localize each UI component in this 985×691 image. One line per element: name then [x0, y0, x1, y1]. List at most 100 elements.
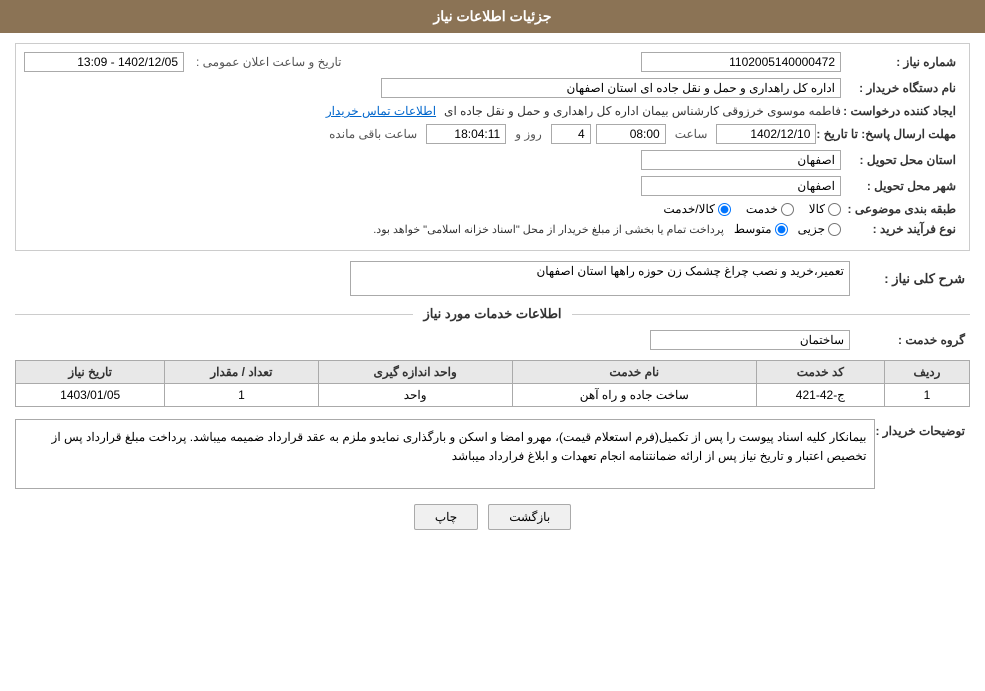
description-input: تعمیر،خرید و نصب چراغ چشمک زن حوزه راهها… — [350, 261, 850, 296]
category-radio-kala-khedmat[interactable] — [718, 203, 731, 216]
remaining-time-input: 18:04:11 — [426, 124, 506, 144]
response-deadline-label: مهلت ارسال پاسخ: تا تاریخ : — [816, 127, 961, 141]
creator-link[interactable]: اطلاعات تماس خریدار — [326, 104, 436, 118]
category-radio-group: کالا خدمت کالا/خدمت — [663, 202, 841, 216]
buyer-org-label: نام دستگاه خریدار : — [841, 81, 961, 95]
category-option-kala: کالا — [809, 202, 841, 216]
delivery-province-input: اصفهان — [641, 150, 841, 170]
response-deadline-row: مهلت ارسال پاسخ: تا تاریخ : 1402/12/10 س… — [24, 124, 961, 144]
col-row-num: ردیف — [884, 361, 969, 384]
page-title: جزئیات اطلاعات نیاز — [433, 8, 551, 24]
table-cell-0: 1 — [884, 384, 969, 407]
process-type-group: جزیی متوسط پرداخت تمام یا بخشی از مبلغ خ… — [373, 222, 841, 236]
process-note: پرداخت تمام یا بخشی از مبلغ خریدار از مح… — [373, 223, 724, 236]
button-row: بازگشت چاپ — [15, 504, 970, 530]
table-cell-3: واحد — [318, 384, 512, 407]
process-radio-motavaset[interactable] — [775, 223, 788, 236]
need-number-label: شماره نیاز : — [841, 55, 961, 69]
process-option-motavaset: متوسط — [734, 222, 788, 236]
delivery-province-label: استان محل تحویل : — [841, 153, 961, 167]
description-value-cell: تعمیر،خرید و نصب چراغ چشمک زن حوزه راهها… — [15, 261, 850, 296]
col-service-code: کد خدمت — [756, 361, 884, 384]
category-row: طبقه بندی موضوعی : کالا خدمت — [24, 202, 961, 216]
response-time-input: 08:00 — [596, 124, 666, 144]
category-option-khedmat: خدمت — [746, 202, 794, 216]
response-date-input: 1402/12/10 — [716, 124, 816, 144]
table-cell-1: ج-42-421 — [756, 384, 884, 407]
buyer-org-row: نام دستگاه خریدار : اداره کل راهداری و ح… — [24, 78, 961, 98]
category-label-kala-khedmat: کالا/خدمت — [663, 202, 714, 216]
creator-label: ایجاد کننده درخواست : — [841, 104, 961, 118]
datetime-row: 1402/12/10 ساعت 08:00 4 روز و 18:04:11 س… — [325, 124, 816, 144]
services-table-header-row: ردیف کد خدمت نام خدمت واحد اندازه گیری ت… — [16, 361, 970, 384]
need-number-row: شماره نیاز : 1102005140000472 تاریخ و سا… — [24, 52, 961, 72]
category-radio-kala[interactable] — [828, 203, 841, 216]
buyer-notes-container: بیمانکار کلیه اسناد پیوست را پس از تکمیل… — [15, 419, 875, 489]
category-option-kala-khedmat: کالا/خدمت — [663, 202, 730, 216]
buyer-notes-label: توضیحات خریدار : — [875, 419, 970, 438]
response-days-label: روز و — [515, 127, 542, 141]
services-table-head: ردیف کد خدمت نام خدمت واحد اندازه گیری ت… — [16, 361, 970, 384]
process-label-motavaset: متوسط — [734, 222, 772, 236]
service-group-row: گروه خدمت : ساختمان — [15, 330, 970, 350]
process-type-label: نوع فرآیند خرید : — [841, 222, 961, 236]
announce-datetime-input: 1402/12/05 - 13:09 — [24, 52, 184, 72]
table-cell-5: 1403/01/05 — [16, 384, 165, 407]
delivery-province-row: استان محل تحویل : اصفهان — [24, 150, 961, 170]
page-header: جزئیات اطلاعات نیاز — [0, 0, 985, 33]
buyer-notes-content: بیمانکار کلیه اسناد پیوست را پس از تکمیل… — [15, 419, 875, 489]
delivery-city-row: شهر محل تحویل : اصفهان — [24, 176, 961, 196]
remaining-time-label: ساعت باقی مانده — [329, 127, 417, 141]
table-row: 1ج-42-421ساخت جاده و راه آهنواحد11403/01… — [16, 384, 970, 407]
response-time-label: ساعت — [675, 127, 708, 141]
services-table-body: 1ج-42-421ساخت جاده و راه آهنواحد11403/01… — [16, 384, 970, 407]
process-type-value-cell: جزیی متوسط پرداخت تمام یا بخشی از مبلغ خ… — [24, 222, 841, 236]
main-content: شماره نیاز : 1102005140000472 تاریخ و سا… — [0, 33, 985, 555]
services-info-title: اطلاعات خدمات مورد نیاز — [423, 306, 561, 322]
buyer-org-value-cell: اداره کل راهداری و حمل و نقل جاده ای است… — [24, 78, 841, 98]
delivery-city-label: شهر محل تحویل : — [841, 179, 961, 193]
need-number-input[interactable]: 1102005140000472 — [641, 52, 841, 72]
buyer-org-input: اداره کل راهداری و حمل و نقل جاده ای است… — [381, 78, 841, 98]
delivery-city-value-cell: اصفهان — [24, 176, 841, 196]
page-wrapper: جزئیات اطلاعات نیاز شماره نیاز : 1102005… — [0, 0, 985, 691]
delivery-province-value-cell: اصفهان — [24, 150, 841, 170]
services-info-title-row: اطلاعات خدمات مورد نیاز — [15, 306, 970, 322]
divider-line-right — [15, 314, 413, 315]
description-row: شرح کلی نیاز : تعمیر،خرید و نصب چراغ چشم… — [15, 261, 970, 296]
col-date: تاریخ نیاز — [16, 361, 165, 384]
process-option-jozi: جزیی — [798, 222, 841, 236]
category-label: طبقه بندی موضوعی : — [841, 202, 961, 216]
category-label-kala: کالا — [809, 202, 825, 216]
creator-value: فاطمه موسوی خرزوقی کارشناس بیمان اداره ک… — [444, 104, 841, 118]
description-label: شرح کلی نیاز : — [850, 271, 970, 287]
buyer-notes-row: توضیحات خریدار : بیمانکار کلیه اسناد پیو… — [15, 419, 970, 489]
creator-value-cell: فاطمه موسوی خرزوقی کارشناس بیمان اداره ک… — [24, 104, 841, 118]
table-cell-2: ساخت جاده و راه آهن — [512, 384, 756, 407]
table-cell-4: 1 — [165, 384, 318, 407]
service-group-input: ساختمان — [650, 330, 850, 350]
response-days-input: 4 — [551, 124, 591, 144]
category-label-khedmat: خدمت — [746, 202, 778, 216]
process-radio-jozi[interactable] — [828, 223, 841, 236]
service-group-value-cell: ساختمان — [15, 330, 850, 350]
back-button[interactable]: بازگشت — [488, 504, 571, 530]
need-number-value-cell: 1102005140000472 — [366, 52, 841, 72]
services-table: ردیف کد خدمت نام خدمت واحد اندازه گیری ت… — [15, 360, 970, 407]
col-service-name: نام خدمت — [512, 361, 756, 384]
creator-row: ایجاد کننده درخواست : فاطمه موسوی خرزوقی… — [24, 104, 961, 118]
category-value-cell: کالا خدمت کالا/خدمت — [24, 202, 841, 216]
response-deadline-value-cell: 1402/12/10 ساعت 08:00 4 روز و 18:04:11 س… — [24, 124, 816, 144]
process-type-row: نوع فرآیند خرید : جزیی متوسط پرداخت تمام… — [24, 222, 961, 236]
print-button[interactable]: چاپ — [414, 504, 478, 530]
announce-datetime-group: تاریخ و ساعت اعلان عمومی : 1402/12/05 - … — [24, 52, 346, 72]
announce-datetime-label: تاریخ و ساعت اعلان عمومی : — [196, 55, 342, 69]
process-label-jozi: جزیی — [798, 222, 825, 236]
form-section: شماره نیاز : 1102005140000472 تاریخ و سا… — [15, 43, 970, 251]
col-quantity: تعداد / مقدار — [165, 361, 318, 384]
category-radio-khedmat[interactable] — [781, 203, 794, 216]
service-group-label: گروه خدمت : — [850, 333, 970, 347]
services-section: ردیف کد خدمت نام خدمت واحد اندازه گیری ت… — [15, 360, 970, 407]
col-unit: واحد اندازه گیری — [318, 361, 512, 384]
divider-line-left — [572, 314, 970, 315]
